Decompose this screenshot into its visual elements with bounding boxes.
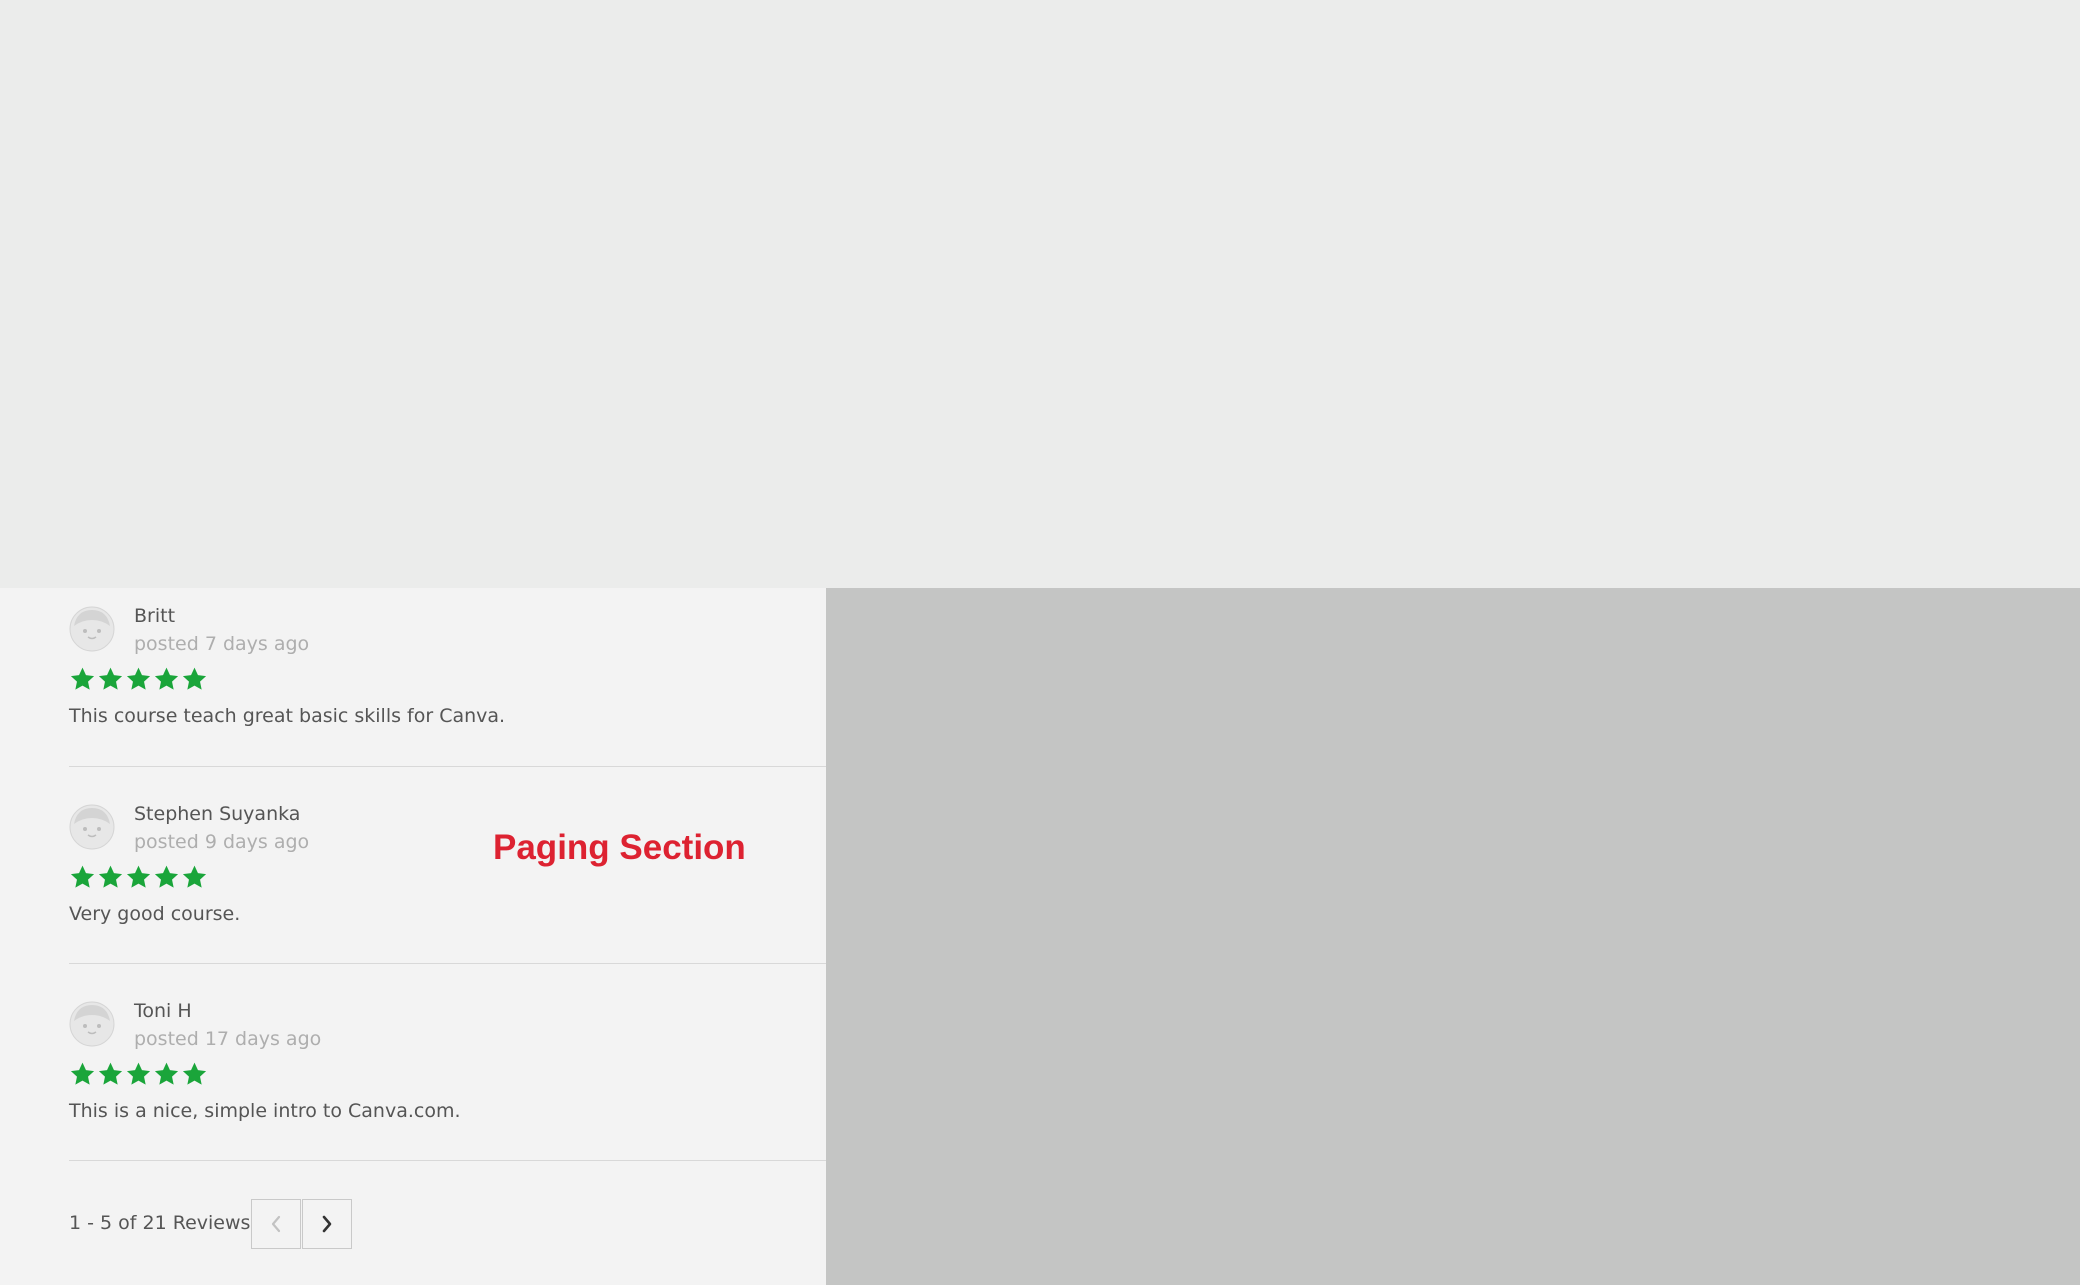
star-icon xyxy=(126,865,151,888)
star-icon xyxy=(182,1062,207,1085)
star-icon xyxy=(126,1062,151,1085)
review-date: posted 9 days ago xyxy=(134,831,310,853)
reviewer-name: Britt xyxy=(134,605,176,627)
chevron-right-icon xyxy=(322,1215,332,1233)
review-text: Very good course. xyxy=(69,903,241,925)
avatar-icon xyxy=(69,606,115,652)
star-rating xyxy=(69,1061,208,1087)
chevron-left-icon xyxy=(271,1215,281,1233)
star-icon xyxy=(70,667,95,690)
avatar-icon xyxy=(69,804,115,850)
star-icon xyxy=(154,1062,179,1085)
star-icon xyxy=(154,667,179,690)
paging-section-annotation: Paging Section xyxy=(493,828,746,867)
reviewer-name: Toni H xyxy=(134,1000,192,1022)
reviewer-name: Stephen Suyanka xyxy=(134,803,301,825)
paging-summary: 1 - 5 of 21 Reviews xyxy=(69,1212,251,1234)
next-page-button[interactable] xyxy=(302,1199,352,1249)
star-icon xyxy=(126,667,151,690)
previous-page-button[interactable] xyxy=(251,1199,301,1249)
star-rating xyxy=(69,666,208,692)
review-divider xyxy=(69,766,826,767)
star-icon xyxy=(98,667,123,690)
star-icon xyxy=(182,865,207,888)
review-date: posted 7 days ago xyxy=(134,633,310,655)
star-icon xyxy=(70,865,95,888)
right-side-panel xyxy=(826,588,2080,1287)
review-text: This course teach great basic skills for… xyxy=(69,705,506,727)
top-background-area xyxy=(0,0,2080,588)
review-item: Toni H posted 17 days ago This is a nice… xyxy=(69,983,826,1180)
star-icon xyxy=(98,865,123,888)
review-divider xyxy=(69,1160,826,1161)
star-icon xyxy=(70,1062,95,1085)
review-date: posted 17 days ago xyxy=(134,1028,322,1050)
star-rating xyxy=(69,864,208,890)
star-icon xyxy=(98,1062,123,1085)
star-icon xyxy=(182,667,207,690)
review-text: This is a nice, simple intro to Canva.co… xyxy=(69,1100,461,1122)
star-icon xyxy=(154,865,179,888)
review-item: Stephen Suyanka posted 9 days ago Very g… xyxy=(69,786,826,983)
review-divider xyxy=(69,963,826,964)
avatar-icon xyxy=(69,1001,115,1047)
review-item: Britt posted 7 days ago This course teac… xyxy=(69,588,826,785)
